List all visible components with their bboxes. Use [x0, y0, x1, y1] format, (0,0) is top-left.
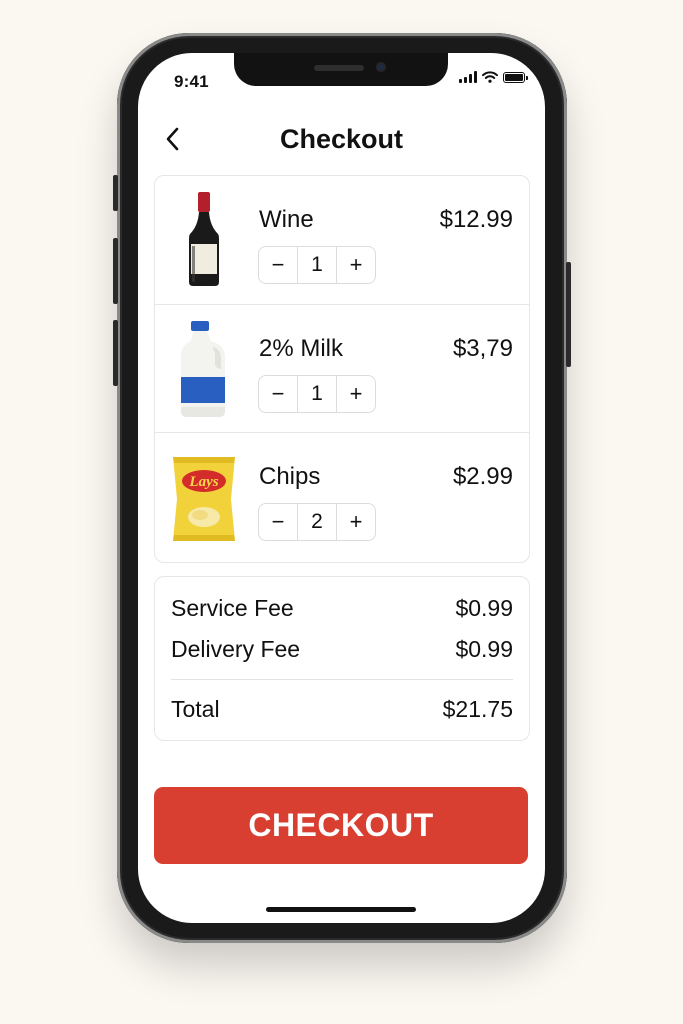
speaker [314, 65, 364, 71]
wifi-icon [482, 71, 498, 83]
decrease-button[interactable]: − [259, 247, 297, 283]
item-price: $3,79 [452, 335, 513, 362]
increase-button[interactable]: + [337, 504, 375, 540]
milk-jug-image [181, 321, 225, 417]
decrease-button[interactable]: − [259, 376, 297, 412]
page-title: Checkout [279, 124, 404, 154]
delivery-fee-row: Delivery Fee $0.99 [171, 636, 513, 663]
item-name: 2% Milk [259, 335, 344, 362]
battery-icon [503, 71, 528, 83]
checkout-button[interactable]: CHECKOUT [154, 787, 528, 864]
mute-switch [113, 175, 118, 211]
increase-button[interactable]: + [337, 247, 375, 283]
total-row: Total $21.75 [171, 696, 513, 723]
power-button [566, 262, 571, 367]
item-name: Chips [259, 463, 321, 490]
status-icons [459, 71, 528, 83]
service-fee-label: Service Fee [171, 595, 294, 621]
increase-button[interactable]: + [337, 376, 375, 412]
quantity-stepper: − 1 + [258, 375, 376, 413]
total-label: Total [171, 696, 220, 722]
summary-divider [171, 679, 513, 680]
screen: 9:41 Checkout Wine $12.99 − 1 + 2% Milk … [138, 53, 545, 923]
delivery-fee-value: $0.99 [455, 636, 513, 662]
cart-item-chips: Lays Chips $2.99 − 2 + [155, 432, 529, 561]
quantity-value: 1 [297, 247, 337, 283]
item-name: Wine [259, 206, 314, 233]
service-fee-row: Service Fee $0.99 [171, 595, 513, 622]
quantity-value: 1 [297, 376, 337, 412]
total-value: $21.75 [442, 696, 513, 722]
status-time: 9:41 [174, 72, 209, 91]
item-price: $12.99 [439, 206, 513, 233]
notch [234, 53, 448, 86]
quantity-stepper: − 1 + [258, 246, 376, 284]
cart-item-milk: 2% Milk $3,79 − 1 + [155, 304, 529, 433]
decrease-button[interactable]: − [259, 504, 297, 540]
chips-bag-image: Lays [173, 457, 235, 541]
quantity-value: 2 [297, 504, 337, 540]
quantity-stepper: − 2 + [258, 503, 376, 541]
order-summary-card: Service Fee $0.99 Delivery Fee $0.99 Tot… [154, 576, 530, 741]
service-fee-value: $0.99 [455, 595, 513, 621]
wine-bottle-image [189, 192, 219, 286]
volume-up-button [113, 238, 118, 304]
home-indicator [266, 907, 416, 912]
chips-brand-logo: Lays [188, 474, 218, 490]
item-price: $2.99 [452, 463, 513, 490]
signal-icon [459, 71, 477, 83]
volume-down-button [113, 320, 118, 386]
delivery-fee-label: Delivery Fee [171, 636, 301, 662]
cart-items-card: Wine $12.99 − 1 + 2% Milk $3,79 − 1 + La… [154, 175, 530, 563]
cart-item-wine: Wine $12.99 − 1 + [155, 176, 529, 304]
camera [376, 62, 386, 72]
